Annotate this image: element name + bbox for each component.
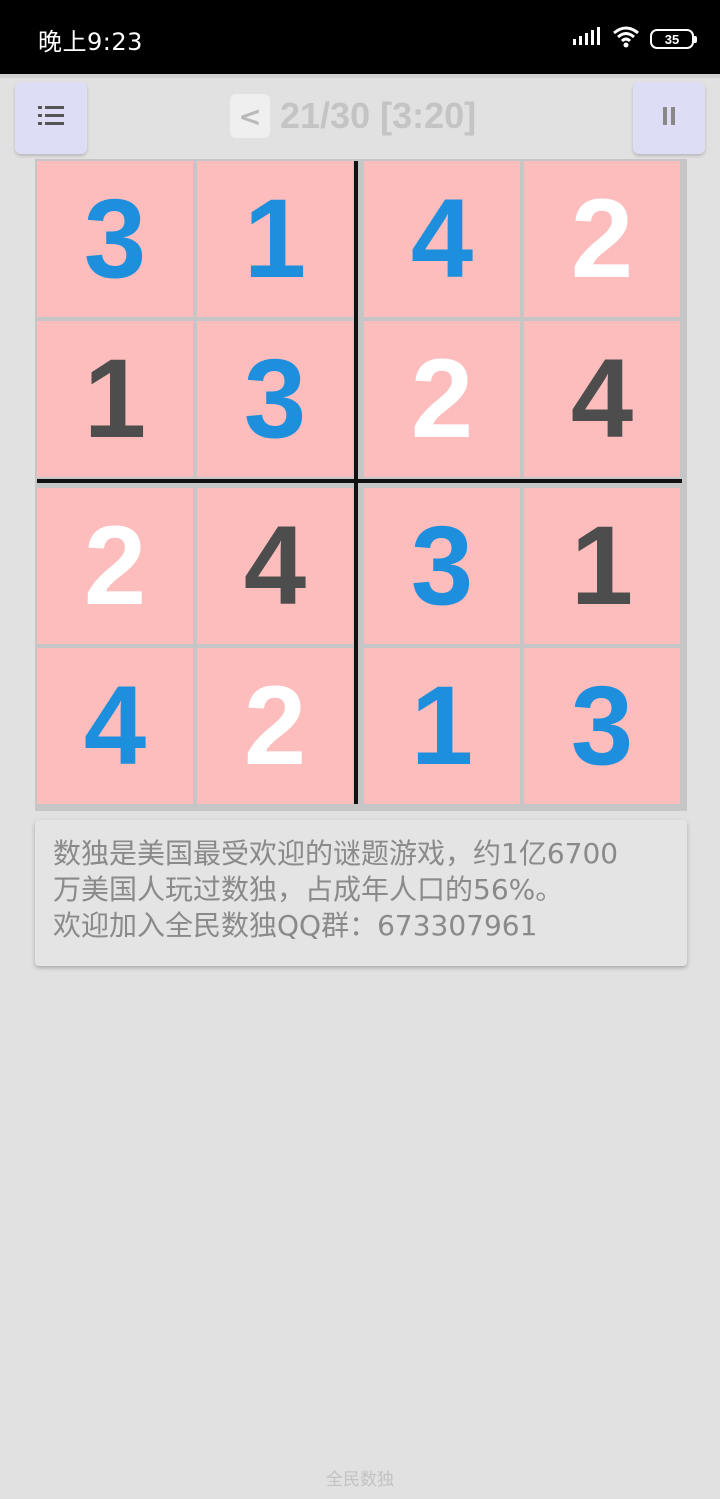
signal-icon xyxy=(572,27,602,51)
wifi-icon xyxy=(612,26,640,52)
info-line: 数独是美国最受欢迎的谜题游戏，约1亿6700 xyxy=(53,837,619,870)
info-card: 数独是美国最受欢迎的谜题游戏，约1亿6700 万美国人玩过数独，占成年人口的56… xyxy=(35,820,687,966)
puzzle-header: < 21/30 [3:20] xyxy=(230,92,476,140)
sudoku-cell[interactable]: 1 xyxy=(524,488,680,644)
sudoku-cell[interactable]: 4 xyxy=(37,648,193,804)
info-line: 欢迎加入全民数独QQ群：673307961 xyxy=(53,909,538,942)
puzzle-progress-timer: 21/30 [3:20] xyxy=(280,95,477,136)
sudoku-board: 3142132424314213 xyxy=(35,159,687,811)
pause-button[interactable] xyxy=(633,82,705,154)
battery-icon: 35 xyxy=(650,29,697,49)
pause-icon xyxy=(661,106,677,130)
sudoku-cell[interactable]: 4 xyxy=(364,161,520,317)
sudoku-cell[interactable]: 1 xyxy=(197,161,353,317)
sudoku-cell[interactable]: 3 xyxy=(197,321,353,477)
sudoku-cell[interactable]: 4 xyxy=(524,321,680,477)
sudoku-cell[interactable]: 4 xyxy=(197,488,353,644)
sudoku-cell[interactable]: 1 xyxy=(364,648,520,804)
status-icons: 35 xyxy=(572,26,697,52)
sudoku-cell[interactable]: 2 xyxy=(37,488,193,644)
footer-app-name: 全民数独 xyxy=(326,1470,394,1490)
menu-button[interactable] xyxy=(15,82,87,154)
previous-puzzle-button[interactable]: < xyxy=(230,94,270,138)
sudoku-cell[interactable]: 2 xyxy=(197,648,353,804)
status-bar: 晚上9:23 35 xyxy=(0,0,720,74)
sudoku-cell[interactable]: 1 xyxy=(37,321,193,477)
sudoku-cell[interactable]: 2 xyxy=(364,321,520,477)
toolbar-divider xyxy=(0,74,720,78)
sudoku-cell[interactable]: 3 xyxy=(364,488,520,644)
info-line: 万美国人玩过数独，占成年人口的56%。 xyxy=(53,873,564,906)
sudoku-cell[interactable]: 2 xyxy=(524,161,680,317)
box-divider-horizontal xyxy=(37,479,682,483)
status-time: 晚上9:23 xyxy=(38,28,143,56)
list-icon xyxy=(37,104,65,132)
sudoku-cell[interactable]: 3 xyxy=(37,161,193,317)
sudoku-cell[interactable]: 3 xyxy=(524,648,680,804)
